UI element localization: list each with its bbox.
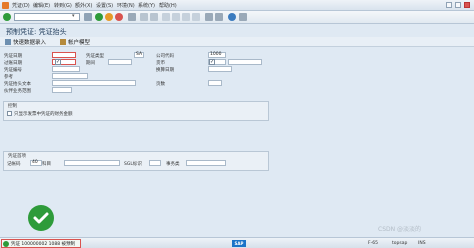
header-text-label: 凭证抬头文本 bbox=[4, 82, 31, 87]
menu-item-system[interactable]: 系统(Y) bbox=[138, 2, 155, 9]
last-page-icon[interactable] bbox=[192, 13, 200, 21]
chevron-down-icon[interactable]: ▾ bbox=[72, 14, 77, 19]
header-form: 凭证日期 凭证类型 SA 公司代码 1000 过账日期 ✓ 期间 货币 ✓ 凭证… bbox=[0, 48, 474, 98]
menu-item-edit[interactable]: 编辑(E) bbox=[33, 2, 50, 9]
doc-date-label: 凭证日期 bbox=[4, 54, 22, 59]
posting-key-field[interactable]: 40 bbox=[30, 160, 42, 166]
first-line-item-group: 凭证首项 记帐码 40 科目 SGL标识 事务类 bbox=[3, 151, 269, 171]
help-icon[interactable] bbox=[228, 13, 236, 21]
sgl-label: SGL标识 bbox=[124, 162, 142, 167]
account-model-button[interactable]: 帐户模型 bbox=[60, 38, 90, 46]
success-check-icon bbox=[28, 205, 54, 231]
control-group: 控制 只显示发票中凭证的财务金额 bbox=[3, 101, 269, 121]
page-title: 预制凭证: 凭证抬头 bbox=[6, 28, 67, 36]
minimize-icon[interactable] bbox=[446, 2, 452, 8]
shortcut-icon[interactable] bbox=[215, 13, 223, 21]
watermark: CSDN @淡淡的 bbox=[378, 226, 422, 233]
pages-label: 页数 bbox=[156, 82, 165, 87]
find-icon[interactable] bbox=[140, 13, 148, 21]
trans-type-field[interactable] bbox=[186, 160, 226, 166]
sgl-field[interactable] bbox=[149, 160, 161, 166]
status-success-icon bbox=[3, 240, 9, 247]
currency-label: 货币 bbox=[156, 61, 165, 66]
menu-item-environment[interactable]: 环境(N) bbox=[117, 2, 135, 9]
doc-number-field[interactable] bbox=[52, 66, 80, 72]
doc-date-field[interactable] bbox=[52, 52, 76, 58]
back-icon[interactable] bbox=[95, 13, 103, 21]
translation-date-label: 换算日期 bbox=[156, 68, 174, 73]
period-field[interactable] bbox=[108, 59, 132, 65]
menu-item-goto[interactable]: 转到(G) bbox=[54, 2, 72, 9]
account-field[interactable] bbox=[64, 160, 120, 166]
company-code-label: 公司代码 bbox=[156, 54, 174, 59]
account-model-icon bbox=[60, 39, 66, 45]
currency-extra-field[interactable] bbox=[228, 59, 262, 65]
trans-type-label: 事务类 bbox=[166, 162, 180, 167]
system-toolbar: ▾ bbox=[0, 11, 474, 24]
previous-page-icon[interactable] bbox=[172, 13, 180, 21]
posting-date-label: 过账日期 bbox=[4, 61, 22, 66]
menu-bar: 凭证(D) 编辑(E) 转到(G) 额外(X) 设置(S) 环境(N) 系统(Y… bbox=[0, 0, 474, 11]
header-text-field[interactable] bbox=[52, 80, 136, 86]
next-page-icon[interactable] bbox=[182, 13, 190, 21]
new-session-icon[interactable] bbox=[205, 13, 213, 21]
fast-entry-button[interactable]: 快速数据录入 bbox=[5, 38, 46, 46]
first-page-icon[interactable] bbox=[162, 13, 170, 21]
account-label: 科目 bbox=[42, 162, 51, 167]
enter-check-icon[interactable] bbox=[3, 13, 11, 21]
reference-label: 参考 bbox=[4, 75, 13, 80]
exit-icon[interactable] bbox=[105, 13, 113, 21]
maximize-icon[interactable] bbox=[455, 2, 461, 8]
account-model-label: 帐户模型 bbox=[68, 40, 91, 46]
print-icon[interactable] bbox=[128, 13, 136, 21]
control-group-title: 控制 bbox=[8, 104, 17, 109]
only-tax-label: 只显示发票中凭证的财务金额 bbox=[14, 112, 73, 117]
fast-entry-icon bbox=[5, 39, 11, 45]
menu-item-document[interactable]: 凭证(D) bbox=[12, 2, 30, 9]
translation-date-field[interactable] bbox=[208, 66, 232, 72]
currency-checkbox[interactable]: ✓ bbox=[209, 59, 215, 65]
close-icon[interactable] bbox=[464, 2, 470, 8]
status-bar: 凭证 100000002 1088 被预制 SAP F-65 topsap IN… bbox=[0, 237, 474, 248]
trading-partner-label: 伙伴业务范围 bbox=[4, 89, 31, 94]
posting-key-label: 记帐码 bbox=[7, 162, 21, 167]
find-next-icon[interactable] bbox=[150, 13, 158, 21]
period-label: 期间 bbox=[86, 61, 95, 66]
sap-logo: SAP bbox=[232, 240, 246, 247]
status-message[interactable]: 凭证 100000002 1088 被预制 bbox=[1, 239, 81, 248]
doc-type-label: 凭证类型 bbox=[86, 54, 104, 59]
trading-partner-field[interactable] bbox=[52, 87, 72, 93]
first-line-item-title: 凭证首项 bbox=[8, 154, 26, 159]
reference-field[interactable] bbox=[52, 73, 88, 79]
menu-item-help[interactable]: 帮助(H) bbox=[159, 2, 177, 9]
command-field[interactable] bbox=[14, 13, 80, 21]
doc-number-label: 凭证编号 bbox=[4, 68, 22, 73]
save-icon[interactable] bbox=[84, 13, 92, 21]
posting-date-checkbox[interactable]: ✓ bbox=[55, 59, 61, 65]
company-code-field[interactable]: 1000 bbox=[208, 52, 226, 58]
transaction-code: F-65 bbox=[368, 241, 378, 246]
cancel-icon[interactable] bbox=[115, 13, 123, 21]
input-mode[interactable]: INS bbox=[418, 241, 426, 246]
menu-item-settings[interactable]: 设置(S) bbox=[96, 2, 113, 9]
fast-entry-label: 快速数据录入 bbox=[13, 40, 47, 46]
layout-menu-icon[interactable] bbox=[239, 13, 247, 21]
pages-field[interactable] bbox=[208, 80, 222, 86]
sap-menu-icon[interactable] bbox=[2, 2, 9, 9]
menu-item-extras[interactable]: 额外(X) bbox=[75, 2, 92, 9]
status-message-text: 凭证 100000002 1088 被预制 bbox=[11, 241, 76, 247]
application-toolbar: 快速数据录入 帐户模型 bbox=[0, 37, 474, 47]
doc-type-field[interactable]: SA bbox=[134, 52, 144, 58]
server-name: topsap bbox=[392, 241, 408, 246]
only-tax-checkbox[interactable] bbox=[7, 111, 12, 116]
